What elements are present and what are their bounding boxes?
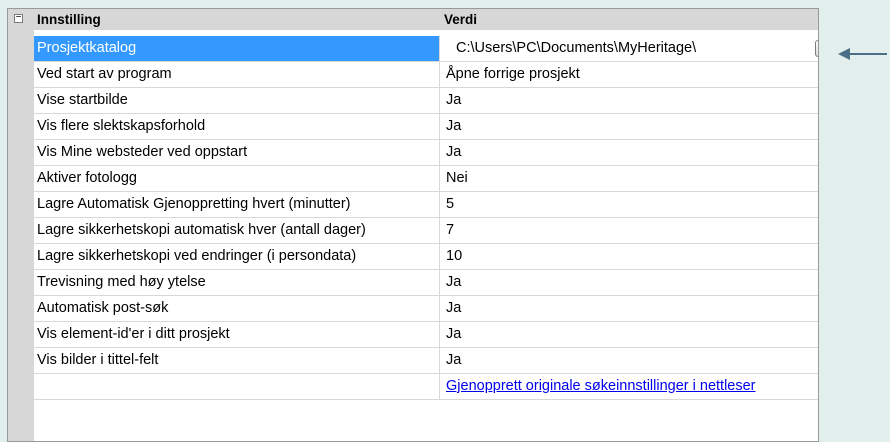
value-column-header: Verdi: [444, 12, 478, 27]
setting-value[interactable]: 10: [440, 244, 818, 269]
setting-value[interactable]: Ja: [440, 88, 818, 113]
empty-setting-cell: [34, 374, 440, 399]
setting-value[interactable]: 7: [440, 218, 818, 243]
settings-row[interactable]: Automatisk post-søk Ja: [34, 296, 818, 322]
setting-name: Vis element-id'er i ditt prosjekt: [34, 322, 440, 347]
setting-name: Vis bilder i tittel-felt: [34, 348, 440, 373]
browse-button[interactable]: ...: [815, 40, 818, 57]
setting-name: Vis Mine websteder ved oppstart: [34, 140, 440, 165]
restore-cell: Gjenopprett originale søkeinnstillinger …: [440, 374, 818, 399]
setting-name: Vis flere slektskapsforhold: [34, 114, 440, 139]
collapse-icon[interactable]: −: [14, 13, 23, 23]
settings-row[interactable]: Vis Mine websteder ved oppstart Ja: [34, 140, 818, 166]
restore-row: Gjenopprett originale søkeinnstillinger …: [34, 374, 818, 400]
row-gutter: [8, 9, 34, 441]
setting-value[interactable]: Åpne forrige prosjekt: [440, 62, 818, 87]
settings-grid: − Innstilling Verdi Prosjektkatalog C:\U…: [7, 8, 819, 442]
setting-value[interactable]: Ja: [440, 348, 818, 373]
setting-value[interactable]: 5: [440, 192, 818, 217]
setting-name: Lagre Automatisk Gjenoppretting hvert (m…: [34, 192, 440, 217]
settings-row[interactable]: Vis bilder i tittel-felt Ja: [34, 348, 818, 374]
pointer-arrow-icon: [838, 48, 887, 60]
setting-value[interactable]: Ja: [440, 322, 818, 347]
setting-name: Prosjektkatalog: [34, 36, 440, 61]
setting-name: Trevisning med høy ytelse: [34, 270, 440, 295]
settings-row[interactable]: Vis element-id'er i ditt prosjekt Ja: [34, 322, 818, 348]
settings-row[interactable]: Trevisning med høy ytelse Ja: [34, 270, 818, 296]
setting-value[interactable]: C:\Users\PC\Documents\MyHeritage\ ...: [440, 36, 818, 61]
settings-row[interactable]: Vise startbilde Ja: [34, 88, 818, 114]
setting-name: Automatisk post-søk: [34, 296, 440, 321]
settings-row[interactable]: Lagre Automatisk Gjenoppretting hvert (m…: [34, 192, 818, 218]
setting-value[interactable]: Nei: [440, 166, 818, 191]
settings-row[interactable]: Lagre sikkerhetskopi automatisk hver (an…: [34, 218, 818, 244]
settings-row[interactable]: Prosjektkatalog C:\Users\PC\Documents\My…: [34, 36, 818, 62]
grid-header: − Innstilling Verdi: [8, 9, 818, 30]
setting-value[interactable]: Ja: [440, 114, 818, 139]
setting-name: Vise startbilde: [34, 88, 440, 113]
settings-row[interactable]: Aktiver fotologg Nei: [34, 166, 818, 192]
setting-column-header: Innstilling: [37, 12, 101, 27]
setting-value[interactable]: Ja: [440, 140, 818, 165]
setting-name: Lagre sikkerhetskopi ved endringer (i pe…: [34, 244, 440, 269]
restore-search-settings-link[interactable]: Gjenopprett originale søkeinnstillinger …: [446, 378, 756, 394]
setting-value[interactable]: Ja: [440, 296, 818, 321]
settings-row[interactable]: Vis flere slektskapsforhold Ja: [34, 114, 818, 140]
project-folder-value: C:\Users\PC\Documents\MyHeritage\: [456, 40, 697, 56]
settings-row[interactable]: Lagre sikkerhetskopi ved endringer (i pe…: [34, 244, 818, 270]
setting-name: Ved start av program: [34, 62, 440, 87]
setting-value[interactable]: Ja: [440, 270, 818, 295]
settings-row[interactable]: Ved start av program Åpne forrige prosje…: [34, 62, 818, 88]
setting-name: Aktiver fotologg: [34, 166, 440, 191]
setting-name: Lagre sikkerhetskopi automatisk hver (an…: [34, 218, 440, 243]
